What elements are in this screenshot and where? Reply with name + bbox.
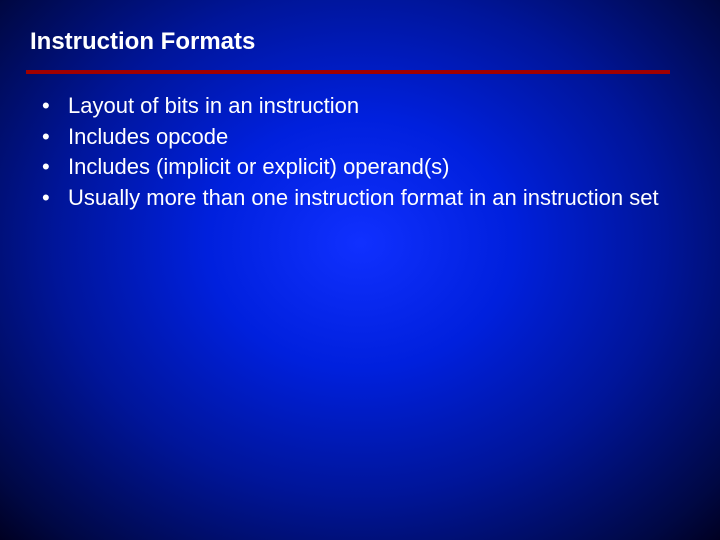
bullet-icon: •: [38, 184, 68, 213]
bullet-list: • Layout of bits in an instruction • Inc…: [30, 92, 690, 212]
bullet-text: Layout of bits in an instruction: [68, 92, 690, 121]
bullet-text: Includes opcode: [68, 123, 690, 152]
title-underline: [26, 70, 670, 74]
slide-title: Instruction Formats: [30, 28, 690, 64]
bullet-text: Includes (implicit or explicit) operand(…: [68, 153, 690, 182]
list-item: • Includes (implicit or explicit) operan…: [38, 153, 690, 182]
slide-container: Instruction Formats • Layout of bits in …: [0, 0, 720, 540]
list-item: • Usually more than one instruction form…: [38, 184, 690, 213]
bullet-icon: •: [38, 92, 68, 121]
bullet-icon: •: [38, 123, 68, 152]
bullet-icon: •: [38, 153, 68, 182]
bullet-text: Usually more than one instruction format…: [68, 184, 690, 213]
list-item: • Layout of bits in an instruction: [38, 92, 690, 121]
list-item: • Includes opcode: [38, 123, 690, 152]
